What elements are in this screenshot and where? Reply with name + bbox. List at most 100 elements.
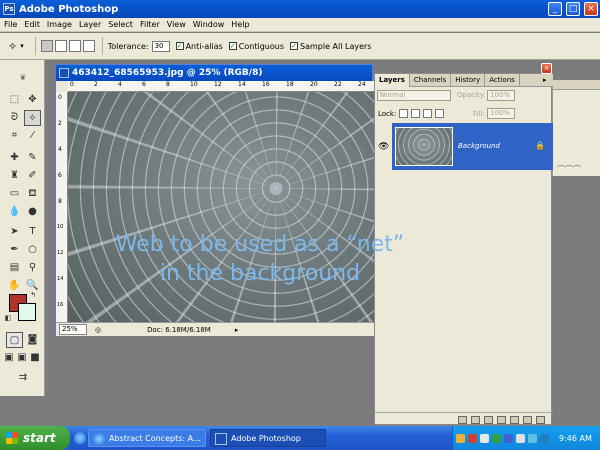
lock-position-icon[interactable] <box>423 109 432 118</box>
menu-select[interactable]: Select <box>108 20 133 29</box>
tray-icon[interactable] <box>492 433 501 443</box>
menu-edit[interactable]: Edit <box>24 20 40 29</box>
fill-label: Fill: <box>473 110 485 118</box>
clock[interactable]: 9:46 AM <box>559 434 592 443</box>
eyedropper-tool-icon[interactable]: ⚲ <box>24 260 41 276</box>
quick-launch-ie-icon[interactable] <box>74 432 86 444</box>
minimize-button[interactable]: _ <box>548 2 562 16</box>
lock-all-icon[interactable] <box>435 109 444 118</box>
document-title-bar[interactable]: 463412_68565953.jpg @ 25% (RGB/8) <box>56 65 372 81</box>
taskbar-item-abstract-concepts[interactable]: Abstract Concepts: A... <box>88 429 206 447</box>
tray-icon[interactable] <box>528 433 537 443</box>
tab-actions[interactable]: Actions <box>485 74 520 87</box>
marquee-tool-icon[interactable]: ⬚ <box>6 92 23 108</box>
type-tool-icon[interactable]: T <box>24 224 41 240</box>
crop-tool-icon[interactable]: ⌗ <box>6 128 23 144</box>
start-button[interactable]: start <box>0 426 70 450</box>
menu-view[interactable]: View <box>167 20 186 29</box>
paint-bucket-icon[interactable]: ⛾ <box>24 186 41 202</box>
blend-mode-select[interactable]: Normal <box>377 90 451 101</box>
screen-mode-standard-icon[interactable]: ▣ <box>3 350 15 366</box>
notes-tool-icon[interactable]: ▤ <box>6 260 23 276</box>
ruler-tick-label: 8 <box>166 81 170 88</box>
contiguous-checkbox[interactable]: ✓ <box>228 42 237 50</box>
palette-menu-icon[interactable]: ▸ <box>543 76 547 84</box>
collapsed-palette-tabs[interactable] <box>553 80 600 90</box>
new-selection-button[interactable] <box>40 40 53 52</box>
dodge-tool-icon[interactable]: ● <box>24 204 41 220</box>
anti-alias-checkbox[interactable]: ✓ <box>175 42 184 50</box>
layer-mask-icon[interactable] <box>484 415 493 424</box>
tray-icon[interactable] <box>480 433 489 443</box>
tab-channels[interactable]: Channels <box>410 74 452 87</box>
tool-preset-dropdown-icon[interactable]: ▾ <box>20 42 24 50</box>
palette-close-button[interactable]: × <box>541 63 552 74</box>
fill-input[interactable]: 100% <box>487 108 515 119</box>
ruler-tick-label: 4 <box>58 146 62 153</box>
feather-logo-icon[interactable]: ❦ <box>6 70 40 84</box>
clone-stamp-icon[interactable]: ♜ <box>6 168 23 184</box>
tray-icon[interactable] <box>516 433 525 443</box>
lasso-tool-icon[interactable]: ᘐ <box>6 110 23 126</box>
screen-mode-full-icon[interactable]: ■ <box>29 350 41 366</box>
menu-help[interactable]: Help <box>231 20 249 29</box>
magic-wand-icon[interactable]: ✧ <box>8 40 17 53</box>
layer-visibility-eye-icon[interactable]: 👁 <box>378 142 389 152</box>
intersect-selection-button[interactable] <box>82 40 95 52</box>
blur-tool-icon[interactable]: 💧 <box>6 204 23 220</box>
tray-icon[interactable] <box>456 433 465 443</box>
ruler-tick-label: 22 <box>334 81 342 88</box>
layer-style-icon[interactable] <box>471 415 480 424</box>
swap-colors-icon[interactable]: ↰ <box>28 290 38 300</box>
menu-file[interactable]: File <box>4 20 17 29</box>
subtract-selection-button[interactable] <box>68 40 81 52</box>
lock-pixels-icon[interactable] <box>411 109 420 118</box>
slice-tool-icon[interactable]: ⁄ <box>24 128 41 144</box>
tab-history[interactable]: History <box>451 74 486 87</box>
delete-layer-icon[interactable] <box>536 415 545 424</box>
magic-wand-tool-icon[interactable]: ✧ <box>24 110 41 126</box>
link-layers-icon[interactable] <box>458 415 467 424</box>
tray-icon[interactable] <box>540 433 549 443</box>
menu-image[interactable]: Image <box>47 20 72 29</box>
new-group-icon[interactable] <box>510 415 519 424</box>
tray-icon[interactable] <box>468 433 477 443</box>
palette-slider-icon[interactable]: ⌒⌒⌒ <box>557 164 581 175</box>
add-selection-button[interactable] <box>54 40 67 52</box>
move-tool-icon[interactable]: ✥ <box>24 92 41 108</box>
status-menu-arrow-icon[interactable]: ▸ <box>235 326 239 334</box>
lock-transparent-icon[interactable] <box>399 109 408 118</box>
menu-layer[interactable]: Layer <box>79 20 101 29</box>
menu-filter[interactable]: Filter <box>140 20 160 29</box>
eraser-tool-icon[interactable]: ▭ <box>6 186 23 202</box>
history-brush-icon[interactable]: ✐ <box>24 168 41 184</box>
opacity-input[interactable]: 100% <box>487 90 515 101</box>
screen-mode-menu-icon[interactable]: ▣ <box>16 350 28 366</box>
default-colors-icon[interactable]: ◧ <box>3 313 13 323</box>
tray-icon[interactable] <box>504 433 513 443</box>
taskbar-item-photoshop[interactable]: Adobe Photoshop <box>210 429 326 447</box>
caption-line-1: Web to be used as a “net” <box>115 232 405 257</box>
background-color-swatch[interactable] <box>18 303 36 321</box>
menu-window[interactable]: Window <box>193 20 225 29</box>
healing-brush-icon[interactable]: ✚ <box>6 150 23 166</box>
path-selection-icon[interactable]: ➤ <box>6 224 23 240</box>
new-layer-icon[interactable] <box>523 415 532 424</box>
brush-tool-icon[interactable]: ✎ <box>24 150 41 166</box>
shape-tool-icon[interactable]: ○ <box>24 242 41 258</box>
close-button[interactable]: × <box>584 2 598 16</box>
zoom-level-field[interactable]: 25% <box>59 324 87 335</box>
pen-tool-icon[interactable]: ✒ <box>6 242 23 258</box>
taskbar-item-label: Abstract Concepts: A... <box>109 433 201 443</box>
tolerance-input[interactable]: 30 <box>151 40 170 52</box>
sample-all-layers-checkbox[interactable]: ✓ <box>290 42 298 50</box>
layer-row-background[interactable]: Background 🔒 <box>392 123 553 170</box>
quick-mask-icon[interactable]: ◙ <box>24 332 41 348</box>
jump-to-imageready-icon[interactable]: ⇉ <box>6 370 40 386</box>
status-info-icon[interactable]: ◎ <box>95 326 101 334</box>
standard-mode-icon[interactable]: ▢ <box>6 332 23 348</box>
tab-layers[interactable]: Layers <box>375 74 410 87</box>
hand-tool-icon[interactable]: ✋ <box>6 278 23 294</box>
adjustment-layer-icon[interactable] <box>497 415 506 424</box>
maximize-button[interactable]: □ <box>566 2 580 16</box>
